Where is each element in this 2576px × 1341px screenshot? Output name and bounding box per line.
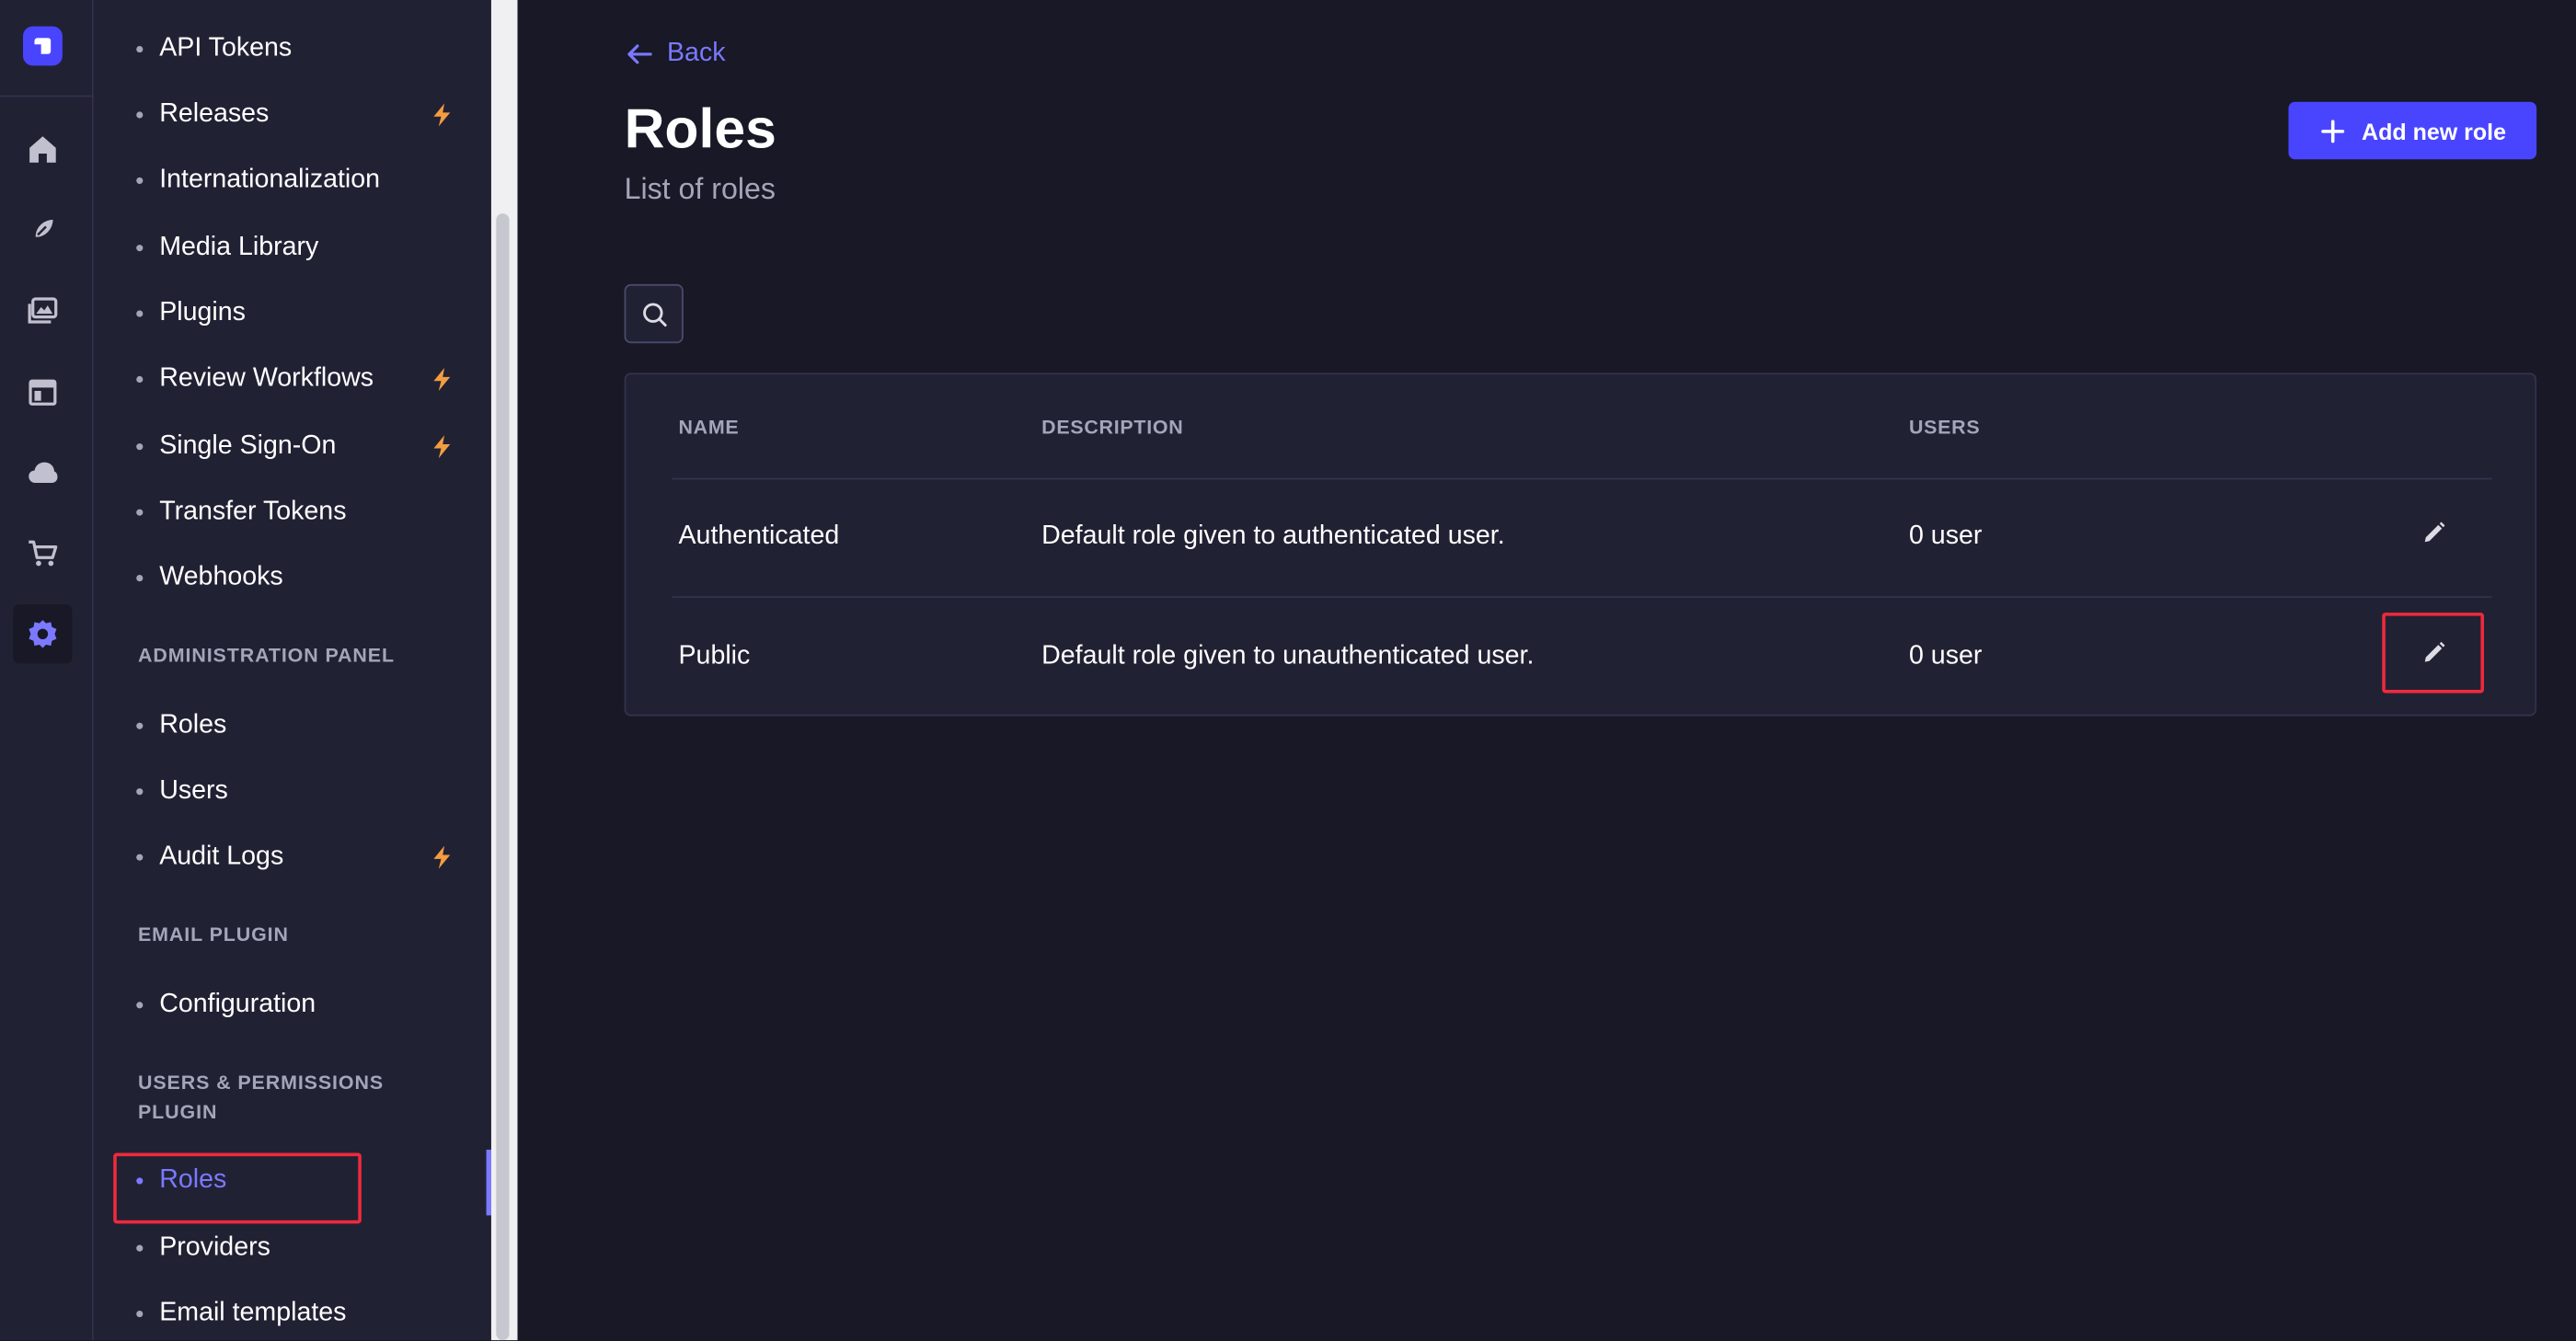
bullet xyxy=(136,854,144,861)
add-new-role-button[interactable]: Add new role xyxy=(2288,101,2537,160)
bullet xyxy=(136,574,144,582)
subnav-item-review-workflows[interactable]: Review Workflows xyxy=(136,356,374,402)
column-header-description: DESCRIPTION xyxy=(1041,415,1184,439)
column-header-users: USERS xyxy=(1908,415,1981,439)
subnav-item-single-sign-on[interactable]: Single Sign-On xyxy=(136,424,336,470)
bullet xyxy=(136,111,144,119)
highlight-box-roles xyxy=(113,1152,362,1224)
nav-content-type-builder[interactable] xyxy=(13,363,72,422)
bullet xyxy=(136,245,144,252)
bullet xyxy=(136,1310,144,1318)
plus-icon xyxy=(2320,119,2344,143)
subnav-item-label: Webhooks xyxy=(159,563,283,591)
subnav-item-label: Single Sign-On xyxy=(159,431,337,460)
cart-icon xyxy=(29,540,58,567)
nav-settings[interactable] xyxy=(13,604,73,664)
bullet xyxy=(136,375,144,384)
nav-media-library[interactable] xyxy=(13,281,72,339)
cloud-icon xyxy=(29,462,58,483)
main-nav-rail xyxy=(0,0,94,1341)
feather-icon xyxy=(29,217,56,246)
subnav-item-label: Plugins xyxy=(159,298,246,327)
section-heading-users-permissions: USERS & PERMISSIONS PLUGIN xyxy=(137,1071,385,1124)
nav-marketplace[interactable] xyxy=(13,524,72,583)
role-description: Default role given to unauthenticated us… xyxy=(1041,642,1535,670)
role-users-count: 0 user xyxy=(1908,522,1983,551)
pencil-icon xyxy=(2423,521,2444,542)
role-users-count: 0 user xyxy=(1908,642,1983,670)
subnav-scrollbar-thumb[interactable] xyxy=(496,213,510,1341)
images-icon xyxy=(28,297,58,324)
strapi-logo[interactable] xyxy=(22,26,63,66)
subnav-item-transfer-tokens[interactable]: Transfer Tokens xyxy=(136,489,346,535)
section-heading-administration: ADMINISTRATION PANEL xyxy=(137,643,395,667)
add-new-role-label: Add new role xyxy=(2362,117,2507,144)
page-subtitle: List of roles xyxy=(624,172,776,206)
subnav-item-email-configuration[interactable]: Configuration xyxy=(136,982,316,1028)
cog-icon xyxy=(29,620,57,648)
search-icon xyxy=(642,302,666,327)
edit-role-button[interactable] xyxy=(2417,516,2450,549)
subnav-item-email-templates[interactable]: Email templates xyxy=(136,1291,346,1337)
subnav-item-label: API Tokens xyxy=(159,34,293,63)
bullet xyxy=(136,177,144,184)
section-heading-email-plugin: EMAIL PLUGIN xyxy=(137,923,289,946)
subnav-item-admin-users[interactable]: Users xyxy=(136,769,228,815)
bullet xyxy=(136,788,144,796)
subnav-item-label: Media Library xyxy=(159,233,319,261)
subnav-item-label: Internationalization xyxy=(159,166,381,194)
role-name: Public xyxy=(678,642,751,670)
settings-subnav: API Tokens Releases Internationalization… xyxy=(93,0,518,1341)
arrow-left-icon xyxy=(627,44,652,64)
subnav-item-media-library[interactable]: Media Library xyxy=(136,225,318,271)
nav-content-manager[interactable] xyxy=(13,201,72,259)
lightning-icon xyxy=(433,367,451,391)
subnav-item-label: Roles xyxy=(159,711,227,739)
row-divider xyxy=(672,477,2492,480)
subnav-item-internationalization[interactable]: Internationalization xyxy=(136,157,380,203)
role-description: Default role given to authenticated user… xyxy=(1041,522,1505,551)
back-link[interactable]: Back xyxy=(625,40,726,69)
subnav-item-audit-logs[interactable]: Audit Logs xyxy=(136,834,283,880)
lightning-icon xyxy=(433,103,451,127)
subnav-item-label: Releases xyxy=(159,99,270,129)
app-frame: API Tokens Releases Internationalization… xyxy=(0,0,2576,1341)
subnav-item-providers[interactable]: Providers xyxy=(136,1225,270,1271)
subnav-item-label: Email templates xyxy=(159,1299,347,1327)
bullet xyxy=(136,1244,144,1252)
main-content: Back Roles List of roles Add new role NA… xyxy=(519,0,2576,1341)
nav-cloud[interactable] xyxy=(13,443,72,502)
search-button[interactable] xyxy=(624,283,684,344)
subnav-item-webhooks[interactable]: Webhooks xyxy=(136,556,283,602)
subnav-item-label: Audit Logs xyxy=(159,842,284,871)
rail-divider xyxy=(0,95,92,97)
role-name: Authenticated xyxy=(678,522,840,551)
subnav-item-label: Configuration xyxy=(159,990,316,1019)
subnav-item-label: Users xyxy=(159,776,228,805)
subnav-item-label: Transfer Tokens xyxy=(159,498,347,526)
highlight-box-edit-public xyxy=(2382,613,2484,693)
bullet xyxy=(136,722,144,729)
bullet xyxy=(136,443,144,451)
subnav-item-label: Review Workflows xyxy=(159,364,374,393)
row-divider xyxy=(672,596,2492,598)
lightning-icon xyxy=(433,845,451,869)
bullet xyxy=(136,509,144,516)
home-icon xyxy=(29,136,56,163)
column-header-name: NAME xyxy=(678,415,740,439)
layout-icon xyxy=(29,379,57,406)
back-label: Back xyxy=(666,39,726,68)
nav-home[interactable] xyxy=(13,120,72,178)
subnav-item-admin-roles[interactable]: Roles xyxy=(136,703,226,749)
subnav-item-releases[interactable]: Releases xyxy=(136,92,269,138)
bullet xyxy=(136,45,144,53)
roles-table: NAME DESCRIPTION USERS Authenticated Def… xyxy=(624,372,2537,716)
bullet xyxy=(136,1002,144,1009)
bullet xyxy=(136,310,144,317)
subnav-item-api-tokens[interactable]: API Tokens xyxy=(136,27,292,73)
lightning-icon xyxy=(433,435,451,459)
page-title: Roles xyxy=(624,98,776,161)
subnav-item-label: Providers xyxy=(159,1233,270,1262)
subnav-item-plugins[interactable]: Plugins xyxy=(136,291,246,337)
